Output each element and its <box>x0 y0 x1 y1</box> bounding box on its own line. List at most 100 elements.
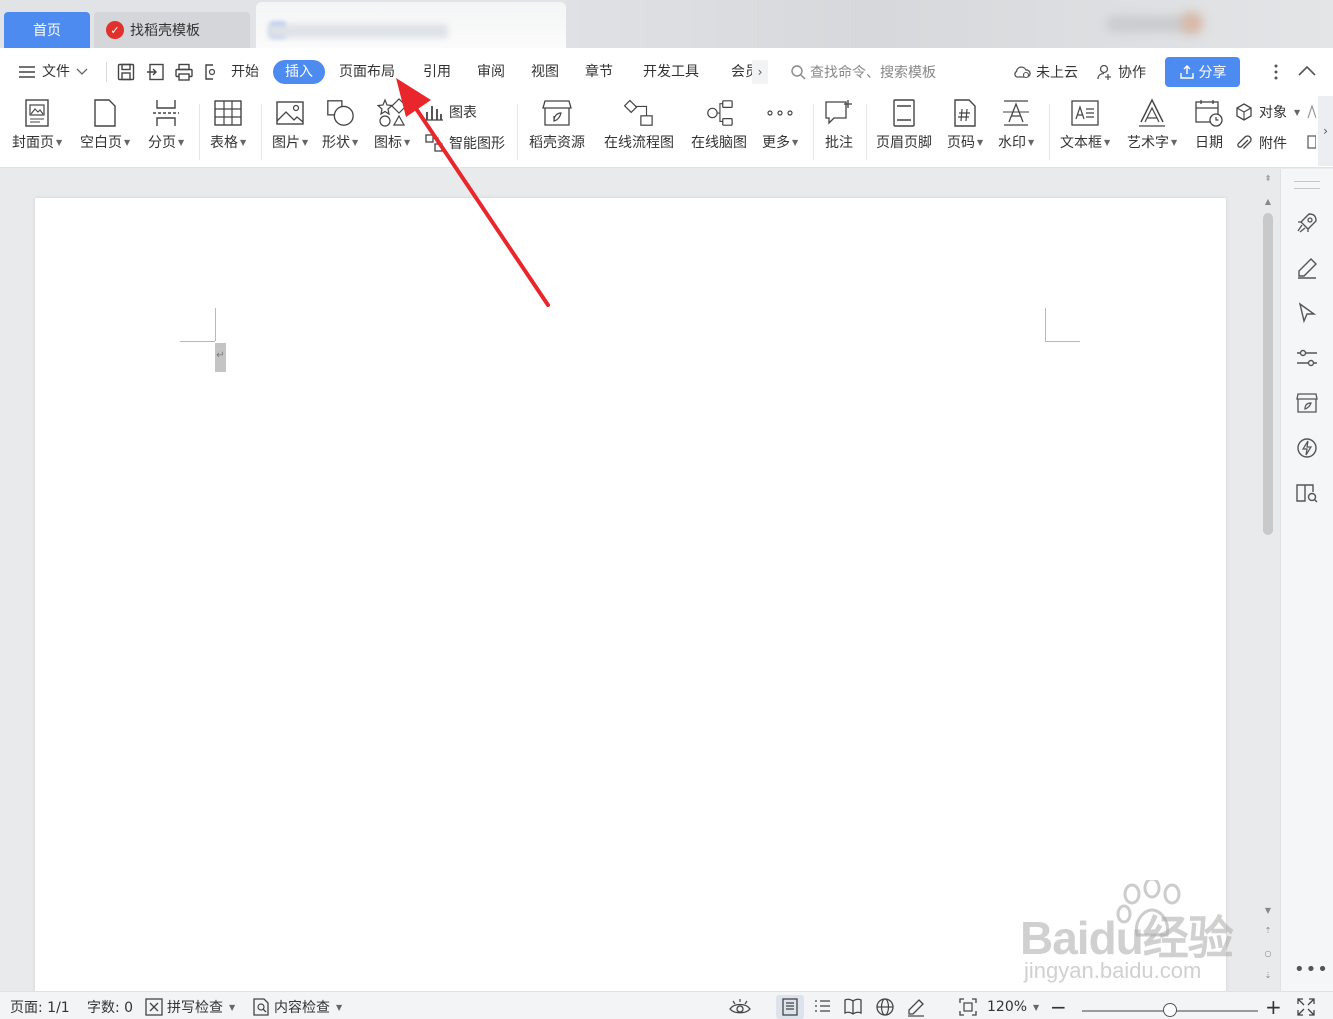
document-tab-title-blurred <box>268 24 448 38</box>
scrollbar-thumb[interactable] <box>1263 213 1273 535</box>
header-footer-button[interactable]: 页眉页脚 <box>876 98 932 162</box>
menu-insert[interactable]: 插入 <box>273 60 325 84</box>
tab-home[interactable]: 首页 <box>4 12 90 48</box>
zoom-level-text: 120% <box>987 999 1028 1015</box>
file-menu[interactable]: 文件 <box>18 60 88 84</box>
ribbon-scroll-right-arrow[interactable]: › <box>1318 96 1333 166</box>
previous-page-icon[interactable]: ⇡ <box>1262 925 1274 937</box>
blank-page-button[interactable]: 空白页 ▼ <box>80 98 130 162</box>
rocket-icon[interactable] <box>1295 211 1319 235</box>
next-page-icon[interactable]: ⇣ <box>1262 970 1274 982</box>
menu-page-layout[interactable]: 页面布局 <box>339 60 395 84</box>
share-button[interactable]: 分享 <box>1165 57 1240 87</box>
page-view-icon[interactable] <box>780 997 800 1017</box>
store-resources-icon[interactable] <box>1295 391 1319 415</box>
blank-page-icon <box>94 99 116 127</box>
zoom-level-dropdown[interactable]: 120% ▼ <box>987 996 1039 1018</box>
document-canvas: ↵ <box>0 169 1259 998</box>
menu-developer-tools[interactable]: 开发工具 <box>643 60 699 84</box>
file-menu-label: 文件 <box>42 64 70 80</box>
more-button[interactable]: 更多 ▼ <box>762 98 798 162</box>
menu-scroll-right-arrow[interactable]: › <box>752 60 768 84</box>
attachment-button[interactable]: 附件 <box>1234 131 1287 155</box>
online-flowchart-button[interactable]: 在线流程图 <box>604 98 674 162</box>
object-button[interactable]: 对象 ▼ <box>1234 100 1300 124</box>
outline-view-icon[interactable] <box>812 997 832 1017</box>
zoom-slider-knob[interactable] <box>1163 1003 1177 1017</box>
page-number-label: 页码 <box>947 135 975 151</box>
chart-button[interactable]: 图表 <box>424 100 477 124</box>
menu-references[interactable]: 引用 <box>423 60 451 84</box>
icon-button[interactable]: 图标 ▼ <box>374 98 410 162</box>
fullscreen-icon[interactable] <box>1296 997 1316 1017</box>
lightning-icon[interactable] <box>1295 436 1319 460</box>
scroll-to-top-icon[interactable]: ⇞ <box>1262 173 1274 185</box>
ribbon-divider <box>1049 104 1050 160</box>
word-count[interactable]: 字数: 0 <box>87 996 133 1018</box>
header-footer-label: 页眉页脚 <box>876 135 932 151</box>
partial-tool-icon[interactable] <box>1306 102 1316 122</box>
shape-button[interactable]: 形状 ▼ <box>322 98 358 162</box>
daoke-resources-button[interactable]: 稻壳资源 <box>529 98 585 162</box>
panel-more-icon[interactable]: ••• <box>1294 959 1329 980</box>
picture-icon <box>276 101 304 125</box>
content-check-button[interactable]: 内容检查 ▼ <box>252 996 342 1018</box>
document-page[interactable]: ↵ <box>35 198 1226 998</box>
table-button[interactable]: 表格 ▼ <box>210 98 246 162</box>
spell-check-button[interactable]: 拼写检查 ▼ <box>145 996 235 1018</box>
shape-label: 形状 <box>322 135 350 151</box>
menu-member[interactable]: 会员 <box>731 60 753 84</box>
scroll-down-arrow[interactable]: ▼ <box>1262 905 1274 917</box>
crop-mark-right-horizontal <box>1045 341 1080 342</box>
zoom-out-button[interactable]: − <box>1050 995 1067 1019</box>
collapse-ribbon-icon[interactable] <box>1297 64 1317 78</box>
collaborate-label: 协作 <box>1118 65 1146 81</box>
comment-button[interactable]: 批注 <box>824 98 854 162</box>
book-search-icon[interactable] <box>1295 481 1319 505</box>
spell-check-label: 拼写检查 <box>167 1000 223 1016</box>
pen-icon[interactable] <box>1295 256 1319 280</box>
online-mindmap-button[interactable]: 在线脑图 <box>691 98 747 162</box>
eye-protection-icon[interactable] <box>728 997 752 1017</box>
watermark-button[interactable]: 水印 ▼ <box>998 98 1034 162</box>
menu-view[interactable]: 视图 <box>531 60 559 84</box>
page-number-button[interactable]: 页码 ▼ <box>947 98 983 162</box>
zoom-in-button[interactable]: + <box>1265 995 1282 1019</box>
page-break-button[interactable]: 分页 ▼ <box>148 98 184 162</box>
export-pdf-icon[interactable] <box>146 62 166 82</box>
web-view-icon[interactable] <box>875 997 895 1017</box>
fit-page-icon[interactable] <box>958 997 978 1017</box>
menu-section[interactable]: 章节 <box>585 60 613 84</box>
print-icon[interactable] <box>174 62 194 82</box>
window-tab-bar: 首页 ✓ 找稻壳模板 <box>0 0 1333 48</box>
partial-tool-icon-2[interactable] <box>1306 132 1316 152</box>
page-indicator[interactable]: 页面: 1/1 <box>10 996 70 1018</box>
tab-document[interactable] <box>256 2 566 48</box>
print-preview-icon[interactable] <box>203 62 215 82</box>
cover-page-button[interactable]: 封面页 ▼ <box>12 98 62 162</box>
object-label: 对象 <box>1259 105 1287 121</box>
collaborate-button[interactable]: 协作 <box>1096 60 1146 84</box>
reading-view-icon[interactable] <box>843 997 863 1017</box>
more-vertical-icon[interactable] <box>1270 62 1282 82</box>
panel-drag-handle[interactable] <box>1294 181 1320 189</box>
cloud-status-button[interactable]: 未上云 <box>1012 60 1078 84</box>
word-art-button[interactable]: 艺术字 ▼ <box>1127 98 1177 162</box>
write-mode-icon[interactable] <box>906 997 926 1017</box>
cover-page-icon <box>25 99 49 127</box>
vertical-scrollbar[interactable]: ⇞ ▲ ▼ ⇡ ○ ⇣ <box>1259 169 1277 991</box>
menu-home[interactable]: 开始 <box>231 60 259 84</box>
tab-daoke-templates[interactable]: ✓ 找稻壳模板 <box>94 12 250 48</box>
text-box-button[interactable]: 文本框 ▼ <box>1060 98 1110 162</box>
smart-art-button[interactable]: 智能图形 <box>424 131 505 155</box>
scroll-up-arrow[interactable]: ▲ <box>1262 196 1274 208</box>
crop-mark-right-vertical <box>1045 308 1046 341</box>
menu-review[interactable]: 审阅 <box>477 60 505 84</box>
save-icon[interactable] <box>116 62 136 82</box>
select-browse-object-icon[interactable]: ○ <box>1262 948 1274 960</box>
date-button[interactable]: 日期 <box>1194 98 1224 162</box>
picture-button[interactable]: 图片 ▼ <box>272 98 308 162</box>
command-search[interactable]: 查找命令、搜索模板 <box>790 60 936 84</box>
sliders-icon[interactable] <box>1295 346 1319 370</box>
cursor-select-icon[interactable] <box>1295 301 1319 325</box>
